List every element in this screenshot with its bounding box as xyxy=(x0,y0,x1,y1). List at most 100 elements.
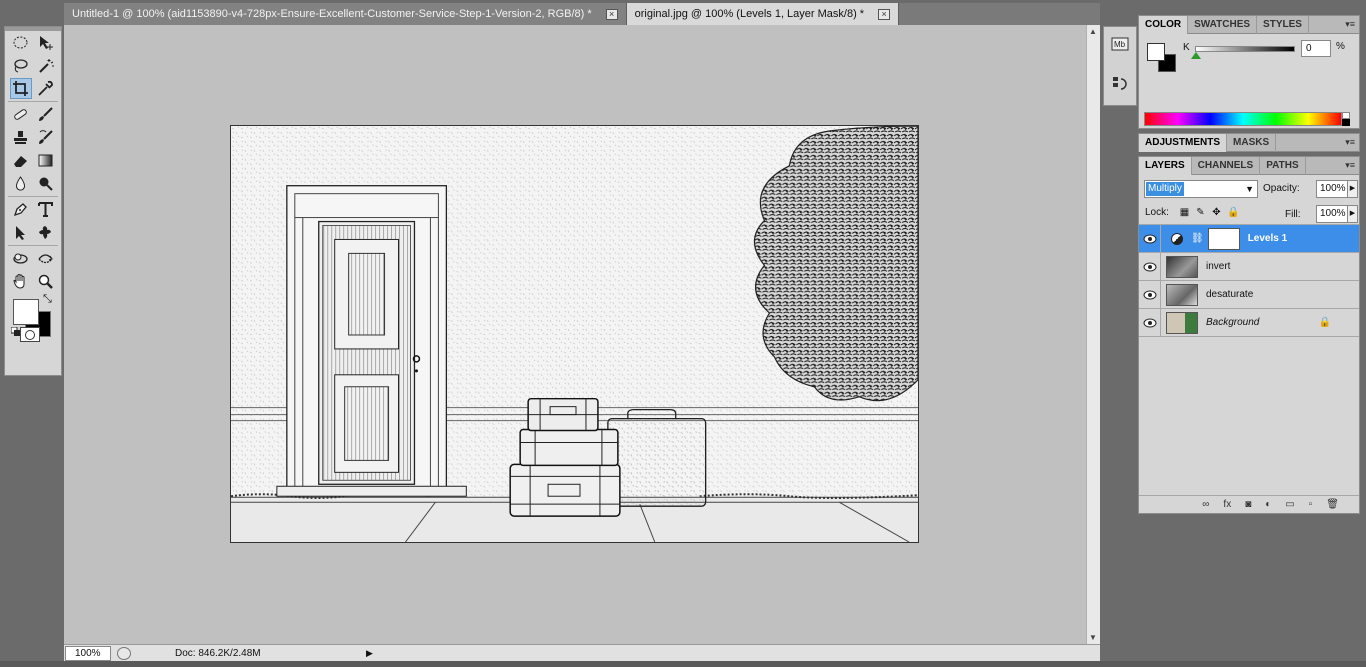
history-brush-icon[interactable] xyxy=(35,127,57,148)
3d-orbit-icon[interactable] xyxy=(35,248,57,269)
foreground-color-swatch[interactable] xyxy=(1147,43,1165,61)
tab-layers[interactable]: LAYERS xyxy=(1139,157,1192,175)
foreground-color-swatch[interactable] xyxy=(13,299,39,325)
tab-untitled-1[interactable]: Untitled-1 @ 100% (aid1153890-v4-728px-E… xyxy=(64,3,627,25)
custom-shape-icon[interactable] xyxy=(35,222,57,243)
lock-label: Lock: xyxy=(1145,207,1169,218)
magic-wand-icon[interactable] xyxy=(35,55,57,76)
opacity-field[interactable]: 100% xyxy=(1316,180,1348,198)
tab-masks[interactable]: MASKS xyxy=(1227,134,1277,152)
layer-row-desaturate[interactable]: desaturate xyxy=(1139,280,1359,309)
trash-icon[interactable]: 🗑 xyxy=(1326,499,1339,510)
tab-original-jpg[interactable]: original.jpg @ 100% (Levels 1, Layer Mas… xyxy=(626,3,900,25)
clone-stamp-icon[interactable] xyxy=(10,127,32,148)
tools-panel: ⤡ xyxy=(4,26,62,376)
crop-tool-icon[interactable] xyxy=(9,78,32,99)
slider-thumb[interactable] xyxy=(1191,52,1201,59)
k-value-field[interactable]: 0 xyxy=(1301,40,1331,57)
group-icon[interactable]: ▭ xyxy=(1285,499,1294,510)
healing-brush-icon[interactable] xyxy=(10,104,32,125)
tab-color[interactable]: COLOR xyxy=(1139,16,1189,34)
swap-colors-icon[interactable]: ⤡ xyxy=(43,293,52,306)
panel-menu-icon[interactable]: ▾≡ xyxy=(1345,137,1355,148)
tab-styles[interactable]: STYLES xyxy=(1257,16,1309,34)
brush-tool-icon[interactable] xyxy=(35,104,57,125)
type-tool-icon[interactable] xyxy=(35,199,57,220)
path-selection-icon[interactable] xyxy=(10,222,32,243)
opacity-arrow-icon[interactable]: ▶ xyxy=(1347,180,1358,198)
layer-name: desaturate xyxy=(1206,289,1254,300)
hand-tool-icon[interactable] xyxy=(10,271,32,292)
visibility-eye-icon[interactable] xyxy=(1139,308,1161,337)
fill-arrow-icon[interactable]: ▶ xyxy=(1347,205,1358,223)
document-image[interactable] xyxy=(230,125,919,543)
percent-unit: % xyxy=(1336,41,1345,52)
pen-tool-icon[interactable] xyxy=(10,199,32,220)
layer-thumbnail xyxy=(1166,311,1198,334)
mask-icon[interactable]: ◙ xyxy=(1245,499,1251,510)
layer-mask-thumbnail[interactable] xyxy=(1207,227,1240,250)
tab-channels[interactable]: CHANNELS xyxy=(1192,157,1261,175)
scroll-up-icon[interactable]: ▲ xyxy=(1089,27,1097,36)
history-panel-icon xyxy=(1113,77,1127,90)
3d-rotate-icon[interactable] xyxy=(10,248,32,269)
layer-row-levels-1[interactable]: ⛓ Levels 1 xyxy=(1139,224,1359,253)
visibility-eye-icon[interactable] xyxy=(1139,252,1161,281)
gradient-icon[interactable] xyxy=(35,150,57,171)
close-tab-icon[interactable]: × xyxy=(878,8,891,20)
lasso-tool-icon[interactable] xyxy=(10,55,32,76)
close-tab-icon[interactable]: × xyxy=(605,8,618,20)
new-layer-icon[interactable]: ▫ xyxy=(1309,499,1313,510)
tab-paths[interactable]: PATHS xyxy=(1260,157,1306,175)
move-tool-icon[interactable] xyxy=(35,32,57,53)
color-spectrum-bar[interactable] xyxy=(1144,112,1342,126)
quick-mask-icon xyxy=(25,329,35,340)
lock-all-icon[interactable]: 🔒 xyxy=(1227,207,1239,218)
lock-position-icon[interactable]: ✥ xyxy=(1211,207,1222,218)
visibility-eye-icon[interactable] xyxy=(1139,280,1161,309)
panel-menu-icon[interactable]: ▾≡ xyxy=(1345,160,1355,171)
dodge-tool-icon[interactable] xyxy=(35,173,57,194)
fill-field[interactable]: 100% xyxy=(1316,205,1348,223)
k-channel-slider[interactable] xyxy=(1195,46,1295,52)
visibility-eye-icon[interactable] xyxy=(1139,224,1161,253)
spectrum-white-swatch[interactable] xyxy=(1342,112,1350,119)
blend-mode-select[interactable]: Multiply ▼ xyxy=(1144,180,1258,198)
mask-link-icon[interactable]: ⛓ xyxy=(1191,233,1204,244)
eyedropper-icon[interactable] xyxy=(35,78,57,99)
eraser-icon[interactable] xyxy=(10,150,32,171)
scroll-down-icon[interactable]: ▼ xyxy=(1089,633,1097,642)
adjustment-icon[interactable]: ◐ xyxy=(1265,499,1271,510)
layer-row-background[interactable]: Background 🔒 xyxy=(1139,308,1359,337)
spectrum-black-swatch[interactable] xyxy=(1342,119,1350,126)
panel-menu-icon[interactable]: ▾≡ xyxy=(1345,19,1355,30)
mini-bridge-button[interactable]: Mb xyxy=(1109,33,1131,55)
panel-dock: Mb xyxy=(1103,26,1137,106)
history-button[interactable] xyxy=(1109,73,1131,95)
layer-thumbnail xyxy=(1166,283,1198,306)
vertical-scrollbar[interactable]: ▲ ▼ xyxy=(1086,25,1100,644)
tab-adjustments[interactable]: ADJUSTMENTS xyxy=(1139,134,1228,152)
status-menu-arrow-icon[interactable]: ▶ xyxy=(366,648,373,659)
lock-transparency-icon[interactable]: ▦ xyxy=(1179,207,1190,218)
zoom-tool-icon[interactable] xyxy=(35,271,57,292)
layer-name: Levels 1 xyxy=(1247,233,1288,244)
fill-label: Fill: xyxy=(1285,209,1301,220)
layer-thumbnail xyxy=(1166,255,1198,278)
zoom-level-field[interactable]: 100% xyxy=(65,645,111,661)
status-info-icon[interactable] xyxy=(117,646,131,660)
layer-lock-icon: 🔒 xyxy=(1318,317,1331,328)
tab-swatches[interactable]: SWATCHES xyxy=(1188,16,1258,34)
fx-icon[interactable]: fx xyxy=(1223,499,1231,510)
link-icon[interactable]: ∞ xyxy=(1202,499,1209,510)
canvas-area[interactable] xyxy=(64,25,1086,644)
layer-row-invert[interactable]: invert xyxy=(1139,252,1359,281)
tab-title: original.jpg @ 100% (Levels 1, Layer Mas… xyxy=(634,8,865,20)
taskbar-strip xyxy=(0,661,1366,667)
blur-tool-icon[interactable] xyxy=(10,173,32,194)
svg-text:Mb: Mb xyxy=(1114,40,1126,49)
quick-mask-button[interactable] xyxy=(20,327,40,342)
marquee-tool-icon[interactable] xyxy=(10,32,32,53)
lock-image-icon[interactable]: ✎ xyxy=(1195,207,1206,218)
adjustments-panel: ADJUSTMENTS MASKS ▾≡ xyxy=(1138,133,1360,152)
